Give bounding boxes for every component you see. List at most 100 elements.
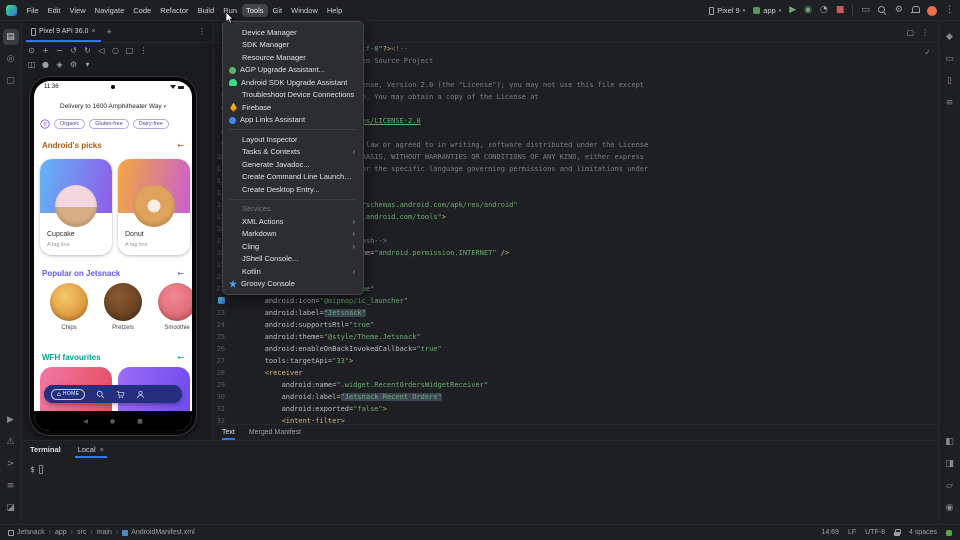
tools-menu-item-jshell-console[interactable]: JShell Console...	[223, 253, 363, 266]
tools-menu-item-resource-manager[interactable]: Resource Manager	[223, 51, 363, 64]
code-line-22[interactable]: 22 android:icon="@mipmap/ic_launcher"	[214, 295, 929, 307]
tools-menu-item-firebase[interactable]: Firebase	[223, 101, 363, 114]
breadcrumb-app[interactable]: app	[55, 529, 67, 536]
volume-down-icon[interactable]: −	[53, 44, 66, 56]
filters-icon[interactable]	[40, 119, 50, 129]
tools-menu-item-sdk-manager[interactable]: SDK Manager	[223, 39, 363, 52]
terminal-tab-local[interactable]: Local ×	[75, 441, 107, 458]
code-line-24[interactable]: 24 android:supportsRtl="true"	[214, 319, 929, 331]
search-everywhere-icon[interactable]	[878, 6, 887, 15]
device-mirror-icon[interactable]: ▭	[861, 6, 870, 15]
volume-up-icon[interactable]: +	[39, 44, 52, 56]
rotate-left-icon[interactable]: ↺	[67, 44, 80, 56]
nav-search-button[interactable]	[96, 390, 105, 399]
tools-menu-item-create-desktop-entry[interactable]: Create Desktop Entry...	[223, 183, 363, 196]
filter-chip-gluten-free[interactable]: Gluten-free	[89, 119, 129, 129]
run-button[interactable]: ▶	[789, 6, 796, 15]
home-icon[interactable]: ○	[109, 44, 122, 56]
profiler-button[interactable]: ◔	[820, 6, 828, 15]
popular-item-chips[interactable]: Chips	[50, 283, 88, 331]
run-tool-icon[interactable]: ▶	[3, 412, 19, 428]
android-home-button[interactable]: ●	[110, 418, 115, 425]
back-icon[interactable]: ◁	[95, 44, 108, 56]
tools-menu-item-cling[interactable]: Cling›	[223, 240, 363, 253]
settings-gear-icon[interactable]: ⚙	[895, 6, 903, 15]
code-line-30[interactable]: 30 android:label="Jetsnack Recent Orders…	[214, 391, 929, 403]
split-editor-icon[interactable]: ▢	[906, 28, 914, 37]
snack-card-cupcake[interactable]: CupcakeA tag line	[40, 159, 112, 255]
indent-widget[interactable]: 4 spaces	[909, 529, 937, 536]
popular-item-smoothie[interactable]: Smoothie	[158, 283, 192, 331]
tools-menu-item-tasks-contexts[interactable]: Tasks & Contexts›	[223, 146, 363, 159]
more-actions-icon[interactable]: ⋮	[945, 6, 954, 15]
app-inspection-icon[interactable]: ◧	[942, 434, 958, 450]
menu-build[interactable]: Build	[194, 4, 219, 17]
logcat-icon[interactable]: ≡	[3, 478, 19, 494]
code-line-23[interactable]: 23 android:label="Jetsnack"	[214, 307, 929, 319]
bookmarks-icon[interactable]: ≡	[942, 95, 958, 111]
android-back-button[interactable]: ◀	[83, 418, 88, 425]
menu-file[interactable]: File	[23, 4, 43, 17]
tools-menu-item-device-manager[interactable]: Device Manager	[223, 26, 363, 39]
user-avatar[interactable]	[927, 6, 937, 16]
device-selector[interactable]: Pixel 9 ▾	[709, 6, 745, 15]
read-only-lock-icon[interactable]	[894, 529, 900, 537]
editor-more-icon[interactable]: ⋮	[921, 28, 929, 37]
code-line-27[interactable]: 27 tools:targetApi="33">	[214, 355, 929, 367]
run-config-selector[interactable]: app ▾	[753, 6, 781, 15]
inspections-status-icon[interactable]: ✓	[924, 48, 931, 57]
more-icon[interactable]: ⋮	[137, 44, 150, 56]
code-line-25[interactable]: 25 android:theme="@style/Theme.Jetsnack"	[214, 331, 929, 343]
overview-icon[interactable]: □	[123, 44, 136, 56]
manifest-tab-text[interactable]: Text	[222, 425, 235, 440]
menu-code[interactable]: Code	[129, 4, 155, 17]
nav-profile-button[interactable]	[136, 390, 145, 399]
code-line-31[interactable]: 31 android:exported="false">	[214, 403, 929, 415]
rotate-right-icon[interactable]: ↻	[81, 44, 94, 56]
code-line-26[interactable]: 26 android:enableOnBackInvokedCallback="…	[214, 343, 929, 355]
menu-edit[interactable]: Edit	[44, 4, 65, 17]
code-line-29[interactable]: 29 android:name=".widget.RecentOrdersWid…	[214, 379, 929, 391]
close-icon[interactable]: ×	[91, 28, 95, 35]
terminal-output[interactable]: $	[22, 458, 937, 474]
breadcrumb-jetsnack[interactable]: Jetsnack	[8, 529, 45, 536]
commit-icon[interactable]: ◎	[3, 51, 19, 67]
settings-icon[interactable]: ⚙	[67, 58, 80, 70]
structure-icon[interactable]: ▢	[3, 73, 19, 89]
tools-menu-item-markdown[interactable]: Markdown›	[223, 228, 363, 241]
snack-card-donut[interactable]: DonutA tag line	[118, 159, 190, 255]
gradle-icon[interactable]: ◆	[942, 29, 958, 45]
power-icon[interactable]: ⊙	[25, 44, 38, 56]
section-arrow-icon[interactable]: ←	[177, 353, 184, 362]
delivery-address-selector[interactable]: Delivery to 1600 Amphitheater Way ▾	[34, 103, 192, 110]
tools-menu-item-create-command-line-launcher[interactable]: Create Command Line Launcher...	[223, 171, 363, 184]
tools-menu-item-agp-upgrade-assistant[interactable]: AGP Upgrade Assistant...	[223, 64, 363, 77]
manifest-tab-merged-manifest[interactable]: Merged Manifest	[249, 425, 301, 440]
filter-chip-organic[interactable]: Organic	[54, 119, 85, 129]
tools-menu-item-app-links-assistant[interactable]: App Links Assistant	[223, 114, 363, 127]
code-line-32[interactable]: 32 <intent-filter>	[214, 415, 929, 424]
running-devices-icon[interactable]: ▯	[942, 73, 958, 89]
menu-window[interactable]: Window	[287, 4, 322, 17]
debug-button[interactable]: ◉	[804, 6, 812, 15]
tools-menu-item-layout-inspector[interactable]: Layout Inspector	[223, 133, 363, 146]
tools-menu-item-kotlin[interactable]: Kotlin›	[223, 265, 363, 278]
popular-item-pretzels[interactable]: Pretzels	[104, 283, 142, 331]
menu-navigate[interactable]: Navigate	[91, 4, 129, 17]
breadcrumb-src[interactable]: src	[77, 529, 86, 536]
close-icon[interactable]: ×	[100, 445, 104, 454]
notifications-bell-icon[interactable]	[911, 6, 919, 15]
layout-inspector-icon[interactable]: ◨	[942, 456, 958, 472]
code-line-28[interactable]: 28 <receiver	[214, 367, 929, 379]
tools-menu-item-troubleshoot-device-connections[interactable]: Troubleshoot Device Connections	[223, 89, 363, 102]
build-icon[interactable]: ◪	[3, 500, 19, 516]
line-ending-widget[interactable]: LF	[848, 529, 856, 536]
terminal-icon[interactable]: >	[3, 456, 19, 472]
caret-position-widget[interactable]: 14:69	[821, 529, 839, 536]
section-arrow-icon[interactable]: ←	[177, 269, 184, 278]
android-recents-button[interactable]: ■	[137, 418, 143, 425]
emulator-icon[interactable]: ▱	[942, 478, 958, 494]
screen-record-icon[interactable]: ●	[39, 58, 52, 70]
device-manager-icon[interactable]: ▭	[942, 51, 958, 67]
menu-refactor[interactable]: Refactor	[156, 4, 192, 17]
